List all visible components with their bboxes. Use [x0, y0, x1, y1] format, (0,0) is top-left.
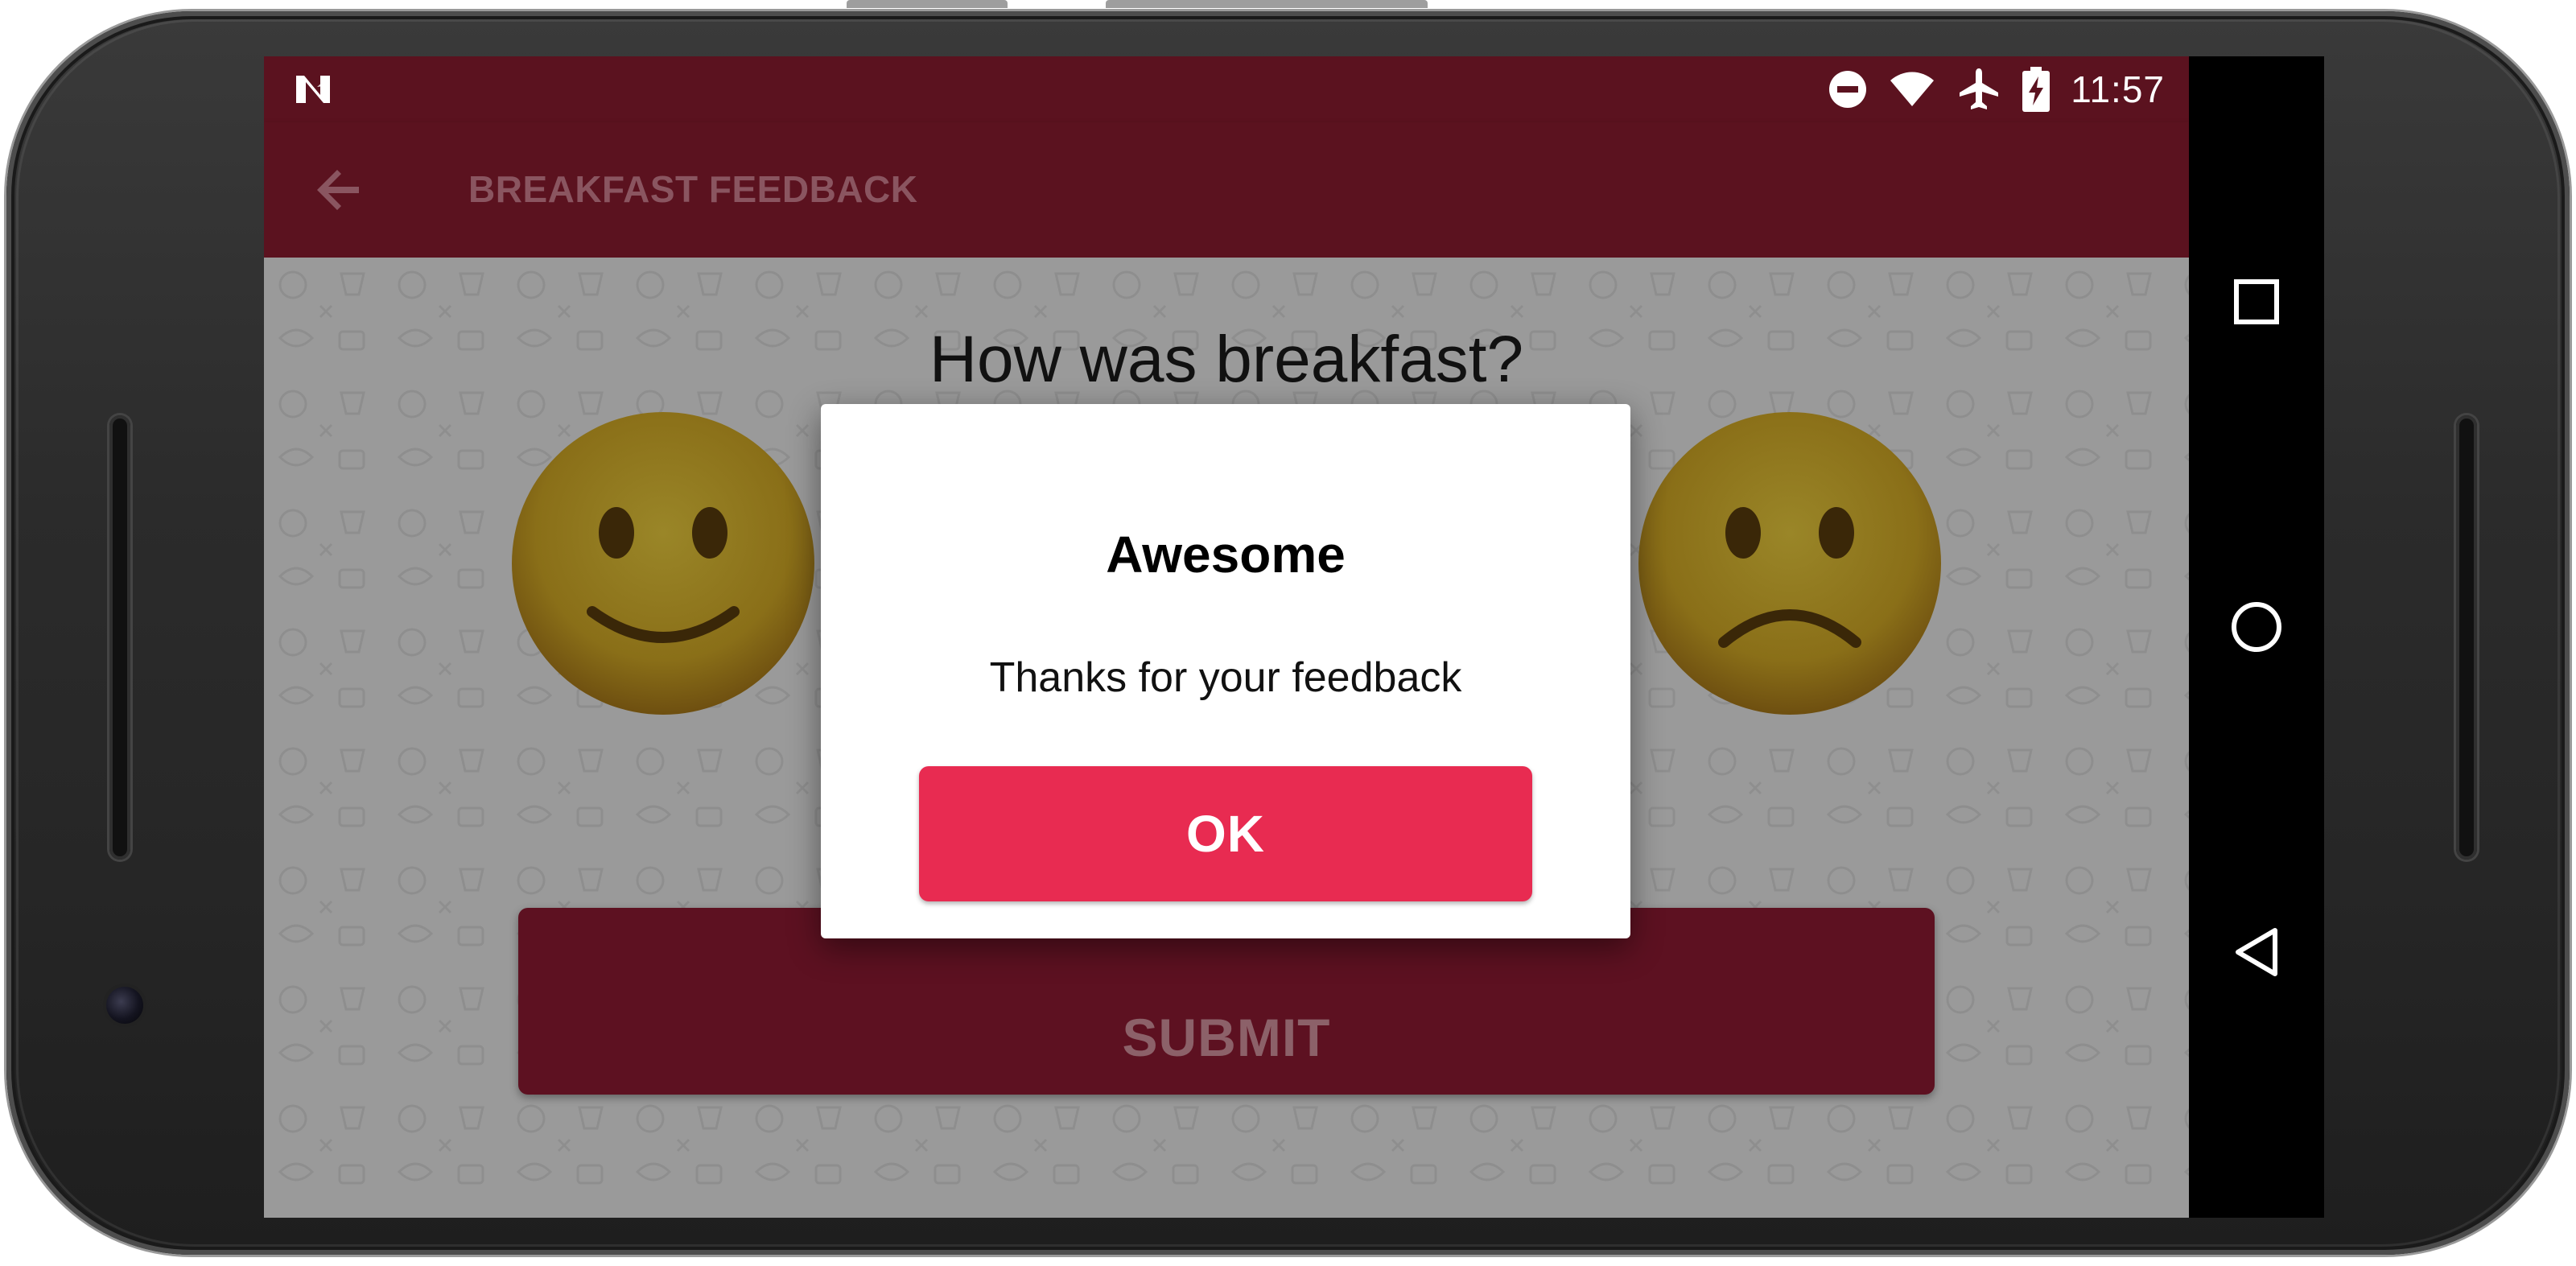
do-not-disturb-icon — [1829, 71, 1867, 108]
feedback-question: How was breakfast? — [929, 323, 1524, 396]
device-mockup: 11:57 BREAKFAST FEEDBACK How was breakfa… — [0, 0, 2576, 1266]
back-button[interactable] — [2216, 912, 2297, 992]
front-camera — [106, 987, 143, 1024]
dialog-title: Awesome — [1106, 526, 1346, 584]
arrow-back-icon[interactable] — [309, 159, 370, 221]
system-nav-bar — [2189, 56, 2324, 1218]
status-time: 11:57 — [2071, 68, 2165, 110]
volume-button — [847, 0, 1008, 8]
status-icons: 11:57 — [1828, 64, 2165, 114]
recents-button[interactable] — [2216, 262, 2297, 342]
app-toolbar: BREAKFAST FEEDBACK — [264, 122, 2189, 258]
page-title: BREAKFAST FEEDBACK — [468, 168, 918, 210]
wifi-icon — [1890, 72, 1935, 106]
recents-square-icon — [2234, 279, 2279, 324]
power-button — [1106, 0, 1428, 8]
dialog-message: Thanks for your feedback — [989, 654, 1462, 701]
ok-button[interactable]: OK — [919, 766, 1532, 901]
slightly-frowning-face-icon[interactable] — [1635, 409, 1944, 718]
app-area: 11:57 BREAKFAST FEEDBACK How was breakfa… — [264, 56, 2189, 1218]
home-circle-icon — [2232, 602, 2281, 652]
notification-n-icon — [296, 76, 330, 103]
slightly-smiling-face-icon[interactable] — [509, 409, 818, 718]
back-triangle-icon — [2236, 928, 2277, 976]
home-button[interactable] — [2216, 587, 2297, 667]
airplane-mode-icon — [1960, 68, 1999, 109]
right-speaker-grille — [2456, 415, 2477, 860]
feedback-dialog: Awesome Thanks for your feedback OK — [821, 404, 1630, 938]
device-screen: 11:57 BREAKFAST FEEDBACK How was breakfa… — [264, 56, 2324, 1218]
left-speaker-grille — [109, 415, 130, 860]
battery-charging-icon — [2022, 67, 2050, 112]
status-bar: 11:57 — [264, 56, 2189, 122]
